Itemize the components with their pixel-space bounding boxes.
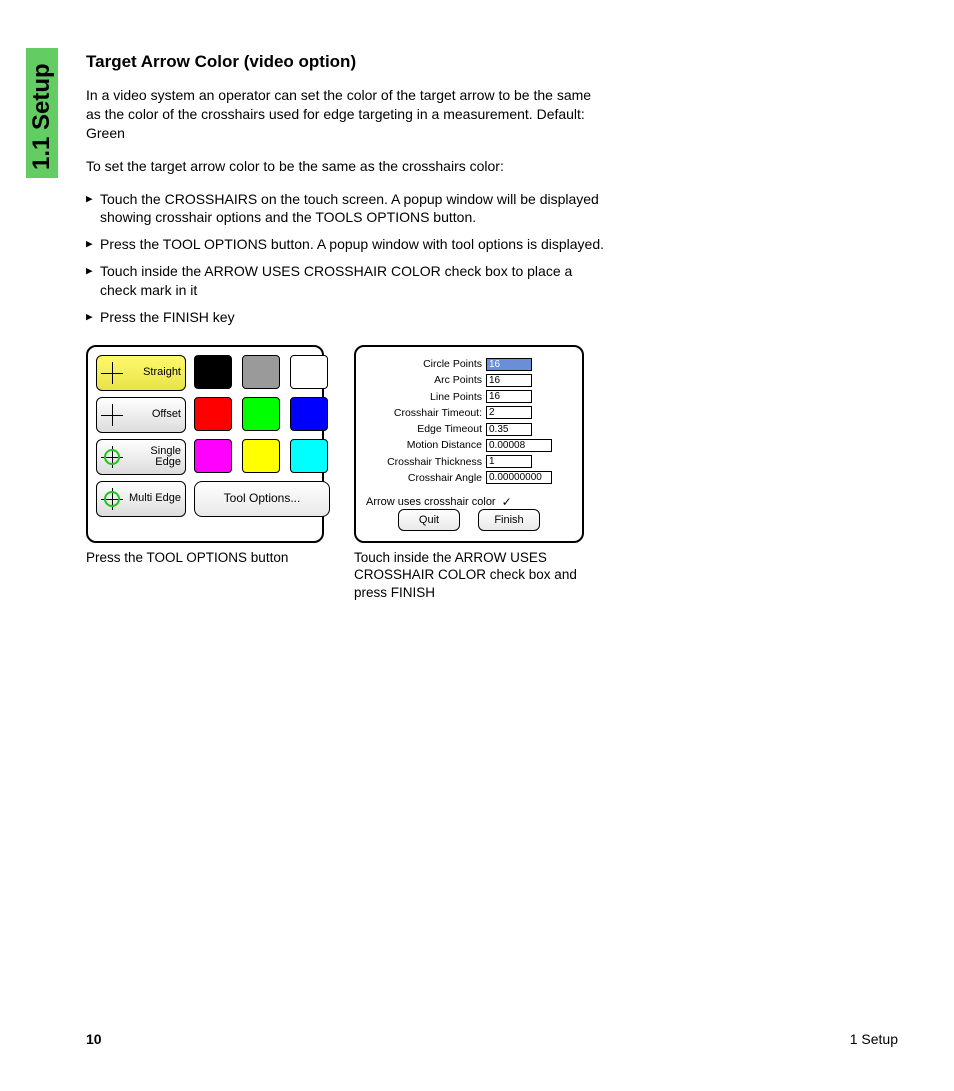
color-swatch[interactable] [290, 355, 328, 389]
intro-paragraph: In a video system an operator can set th… [86, 86, 606, 143]
dialog-buttons: Quit Finish [366, 509, 572, 533]
step-item: ▶ Touch the CROSSHAIRS on the touch scre… [86, 190, 606, 228]
figure-1: Straight Offset Single Edge Multi Edge [86, 345, 324, 567]
field-label: Crosshair Thickness [366, 456, 486, 468]
step-text: Touch inside the ARROW USES CROSSHAIR CO… [100, 262, 606, 300]
circle-points-input[interactable]: 16 [486, 358, 532, 371]
crosshair-icon [101, 404, 123, 426]
dialog-row: Crosshair Timeout: 2 [366, 406, 572, 420]
step-marker-icon: ▶ [86, 190, 100, 228]
page-heading: Target Arrow Color (video option) [86, 52, 606, 72]
step-item: ▶ Press the FINISH key [86, 308, 606, 327]
motion-distance-input[interactable]: 0.00008 [486, 439, 552, 452]
mode-straight-button[interactable]: Straight [96, 355, 186, 391]
field-label: Circle Points [366, 358, 486, 370]
color-swatch[interactable] [194, 355, 232, 389]
tool-options-button[interactable]: Tool Options... [194, 481, 330, 517]
step-text: Press the FINISH key [100, 308, 606, 327]
checkbox-label: Arrow uses crosshair color [366, 496, 496, 508]
quit-button[interactable]: Quit [398, 509, 460, 531]
dialog-row: Arc Points 16 [366, 373, 572, 387]
mode-label: Offset [125, 409, 181, 420]
instruction-lead: To set the target arrow color to be the … [86, 157, 606, 176]
color-swatch[interactable] [290, 397, 328, 431]
color-swatch[interactable] [290, 439, 328, 473]
field-label: Edge Timeout [366, 423, 486, 435]
color-swatch[interactable] [242, 355, 280, 389]
arrow-uses-crosshair-color-checkbox[interactable]: Arrow uses crosshair color ✓ [366, 495, 572, 509]
field-label: Arc Points [366, 374, 486, 386]
step-item: ▶ Touch inside the ARROW USES CROSSHAIR … [86, 262, 606, 300]
step-marker-icon: ▶ [86, 262, 100, 300]
mode-label: Single Edge [125, 446, 181, 468]
crosshair-icon [101, 362, 123, 384]
crosshair-palette: Straight Offset Single Edge Multi Edge [86, 345, 324, 543]
dialog-row: Crosshair Angle 0.00000000 [366, 471, 572, 485]
mode-label: Multi Edge [125, 493, 181, 504]
tool-options-label: Tool Options... [224, 492, 301, 505]
step-text: Touch the CROSSHAIRS on the touch screen… [100, 190, 606, 228]
color-swatch[interactable] [242, 397, 280, 431]
mode-multi-edge-button[interactable]: Multi Edge [96, 481, 186, 517]
field-label: Crosshair Timeout: [366, 407, 486, 419]
figures-row: Straight Offset Single Edge Multi Edge [86, 345, 606, 602]
color-swatch[interactable] [242, 439, 280, 473]
crosshair-ring-icon [101, 446, 123, 468]
check-icon: ✓ [502, 495, 512, 509]
figure-2-caption: Touch inside the ARROW USES CROSSHAIR CO… [354, 549, 584, 602]
field-label: Crosshair Angle [366, 472, 486, 484]
figure-1-caption: Press the TOOL OPTIONS button [86, 549, 316, 567]
step-item: ▶ Press the TOOL OPTIONS button. A popup… [86, 235, 606, 254]
mode-single-edge-button[interactable]: Single Edge [96, 439, 186, 475]
dialog-row: Motion Distance 0.00008 [366, 438, 572, 452]
step-marker-icon: ▶ [86, 235, 100, 254]
figure-2: Circle Points 16 Arc Points 16 Line Poin… [354, 345, 584, 602]
arc-points-input[interactable]: 16 [486, 374, 532, 387]
step-marker-icon: ▶ [86, 308, 100, 327]
dialog-row: Edge Timeout 0.35 [366, 422, 572, 436]
field-label: Motion Distance [366, 439, 486, 451]
crosshair-thickness-input[interactable]: 1 [486, 455, 532, 468]
color-swatch[interactable] [194, 439, 232, 473]
crosshair-timeout-input[interactable]: 2 [486, 406, 532, 419]
quit-label: Quit [419, 514, 439, 526]
finish-label: Finish [494, 514, 523, 526]
side-section-label: 1.1 Setup [28, 63, 56, 170]
page-number: 10 [86, 1031, 102, 1047]
dialog-row: Line Points 16 [366, 389, 572, 403]
mode-offset-button[interactable]: Offset [96, 397, 186, 433]
dialog-row: Circle Points 16 [366, 357, 572, 371]
tool-options-dialog: Circle Points 16 Arc Points 16 Line Poin… [354, 345, 584, 543]
finish-button[interactable]: Finish [478, 509, 540, 531]
crosshair-angle-input[interactable]: 0.00000000 [486, 471, 552, 484]
step-text: Press the TOOL OPTIONS button. A popup w… [100, 235, 606, 254]
page-content: Target Arrow Color (video option) In a v… [86, 52, 606, 602]
color-swatch[interactable] [194, 397, 232, 431]
crosshair-ring-icon [101, 488, 123, 510]
line-points-input[interactable]: 16 [486, 390, 532, 403]
mode-label: Straight [125, 367, 181, 378]
edge-timeout-input[interactable]: 0.35 [486, 423, 532, 436]
footer-section: 1 Setup [850, 1031, 898, 1047]
step-list: ▶ Touch the CROSSHAIRS on the touch scre… [86, 190, 606, 327]
field-label: Line Points [366, 391, 486, 403]
dialog-row: Crosshair Thickness 1 [366, 454, 572, 468]
